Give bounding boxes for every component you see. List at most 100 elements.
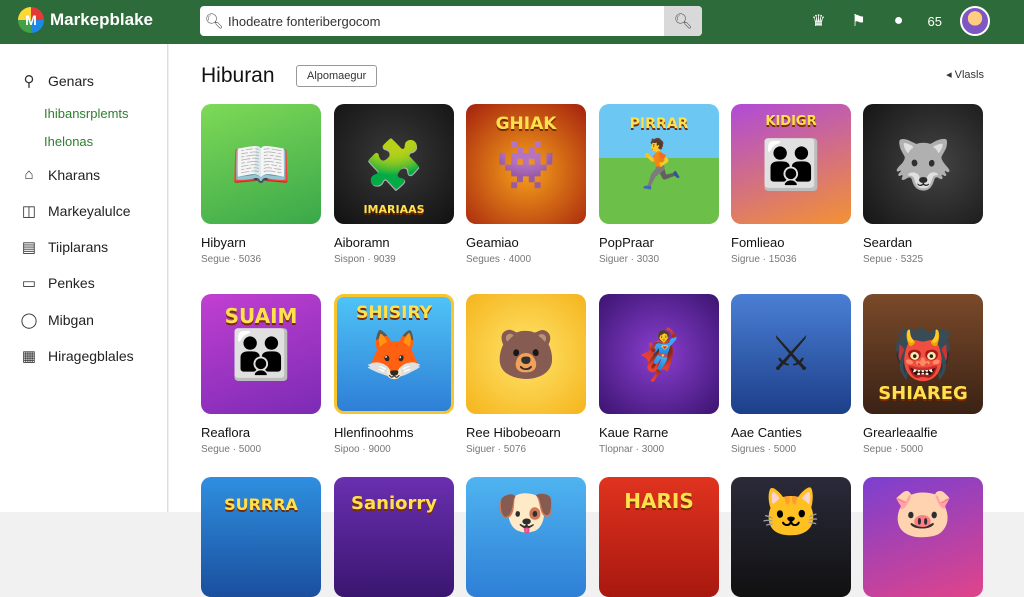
app-meta: Siguer · 5076 (466, 444, 527, 455)
app-name: Reaflora (201, 425, 251, 440)
sidebar-item-store[interactable]: ◯ Mibgan (20, 311, 94, 329)
search-icon: 🔍︎ (204, 13, 224, 30)
sidebar-item-label: Kharans (48, 166, 101, 183)
settings-icon: ▦ (21, 348, 37, 365)
achievements-icon[interactable]: ♛ (808, 11, 830, 31)
art-title: SHIAREG (878, 383, 968, 404)
app-card[interactable]: Saniorry (334, 477, 454, 597)
main-content: Hiburan Alpomaegur ◂ Vlasls 📖 Hibyarn Se… (169, 44, 1024, 597)
app-name: Seardan (863, 235, 913, 250)
app-thumbnail: Saniorry (334, 477, 454, 597)
app-name: Kaue Rarne (599, 425, 669, 440)
art-title: IMARIAAS (363, 203, 425, 216)
app-card[interactable]: 🐻 Ree Hibobeoarn Siguer · 5076 (466, 294, 586, 455)
app-thumbnail: 🦸 (599, 294, 719, 414)
art-title: HARIS (624, 489, 694, 513)
sidebar-item-library[interactable]: ▤ Tiiplarans (20, 238, 108, 256)
messages-icon[interactable]: ● (888, 12, 910, 30)
notifications-icon[interactable]: ⚑ (848, 11, 870, 31)
sidebar-item-marketplace[interactable]: ◫ Markeyalulce (20, 202, 131, 220)
search-input[interactable]: Ihodeatre fonteribergocom (228, 14, 664, 29)
app-card[interactable]: ⚔ Aae Canties Sigrues · 5000 (731, 294, 851, 455)
store-icon: ◯ (20, 312, 38, 329)
sidebar-item-label: Markeyalulce (48, 203, 131, 219)
fox-icon: 🦊 (364, 328, 424, 382)
app-card[interactable]: 🐷 (863, 477, 983, 597)
app-thumbnail: 🏃 PIRRAR (599, 104, 719, 224)
app-name: Grearleaalfie (863, 425, 938, 440)
art-title: Saniorry (351, 493, 437, 514)
sidebar-subitem-2[interactable]: Ihelonas (44, 134, 93, 149)
sidebar-item-label: Hiragegblales (48, 348, 134, 364)
app-meta: Segue · 5036 (201, 254, 262, 265)
filter-chip[interactable]: Alpomaegur (296, 65, 378, 87)
app-card[interactable]: 🐺 Seardan Sepue · 5325 (863, 104, 983, 265)
app-card[interactable]: 🐱 (731, 477, 851, 597)
creature-icon: 🐷 (893, 486, 953, 540)
search-button[interactable]: 🔍︎ (664, 6, 702, 36)
app-thumbnail: 👪 KIDIGR (731, 104, 851, 224)
sidebar-item-label: Mibgan (48, 312, 94, 328)
app-thumbnail: 🐷 (863, 477, 983, 597)
app-card[interactable]: 👪 SUAIM Reaflora Segue · 5000 (201, 294, 321, 455)
app-card[interactable]: 🏃 PIRRAR PopPraar Siguer · 3030 (599, 104, 719, 265)
app-meta: Sispon · 9039 (334, 254, 396, 265)
app-meta: Sepue · 5000 (863, 444, 924, 455)
app-name: Hlenfinoohms (334, 425, 414, 440)
app-thumbnail: 📖 (201, 104, 321, 224)
view-toggle[interactable]: ◂ Vlasls (946, 68, 984, 81)
sidebar-item-settings[interactable]: ▦ Hiragegblales (20, 347, 134, 365)
hero-icon: 🦸 (629, 328, 689, 382)
sidebar-item-label: Penkes (48, 275, 95, 291)
app-card[interactable]: 👾 GHIAK Geamiao Segues · 4000 (466, 104, 586, 265)
dog-icon: 🐶 (496, 486, 556, 540)
sidebar: ⚲ Genars Ihibansrplemts Ihelonas ⌂ Khara… (0, 44, 168, 512)
games-icon: ⚲ (23, 73, 35, 90)
app-card[interactable]: 🦸 Kaue Rarne Tlopnar · 3000 (599, 294, 719, 455)
app-thumbnail: 🐻 (466, 294, 586, 414)
kids-reading-icon: 📖 (231, 138, 291, 192)
app-name: Geamiao (466, 235, 519, 250)
app-name: Aae Canties (731, 425, 802, 440)
header-actions: ♛ ⚑ ● 65 (808, 6, 990, 36)
app-thumbnail: 🦊 SHISIRY (334, 294, 454, 414)
sidebar-item-packages[interactable]: ▭ Penkes (20, 274, 95, 292)
app-card[interactable]: 👪 KIDIGR Fomlieao Sigrue · 15036 (731, 104, 851, 265)
sidebar-item-label: Genars (48, 73, 94, 89)
app-thumbnail: 👹 SHIAREG (863, 294, 983, 414)
app-thumbnail: 👾 GHIAK (466, 104, 586, 224)
app-card[interactable]: 🧩 IMARIAAS Aiboramn Sispon · 9039 (334, 104, 454, 265)
app-card[interactable]: 👹 SHIAREG Grearleaalfie Sepue · 5000 (863, 294, 983, 455)
notification-count: 65 (927, 13, 942, 29)
app-logo[interactable]: M Markepblake (18, 7, 153, 33)
sidebar-item-home[interactable]: ⌂ Kharans (20, 166, 100, 183)
app-meta: Sepue · 5325 (863, 254, 924, 265)
home-icon: ⌂ (24, 166, 34, 183)
packages-icon: ▭ (21, 275, 37, 292)
art-title: SHISIRY (356, 303, 432, 323)
sidebar-item-games[interactable]: ⚲ Genars (20, 72, 94, 90)
app-card[interactable]: 📖 Hibyarn Segue · 5036 (201, 104, 321, 265)
art-title: GHIAK (495, 114, 557, 134)
app-card[interactable]: 🦊 SHISIRY Hlenfinoohms Sipoo · 9000 (334, 294, 454, 455)
sidebar-item-label: Tiiplarans (48, 239, 109, 255)
app-card[interactable]: SURRRA (201, 477, 321, 597)
monster-icon: 👾 (496, 138, 556, 192)
app-meta: Tlopnar · 3000 (599, 444, 665, 455)
kids-group-icon: 👪 (231, 328, 291, 382)
app-name: Fomlieao (731, 235, 785, 250)
app-card[interactable]: 🐶 (466, 477, 586, 597)
app-meta: Siguer · 3030 (599, 254, 660, 265)
app-name: Aiboramn (334, 235, 390, 250)
sidebar-subitem-1[interactable]: Ihibansrplemts (44, 106, 129, 121)
app-meta: Sipoo · 9000 (334, 444, 391, 455)
user-avatar[interactable] (960, 6, 990, 36)
app-meta: Sigrue · 15036 (731, 254, 797, 265)
wolf-icon: 🐺 (893, 138, 953, 192)
art-title: SURRRA (224, 495, 298, 514)
page-title: Hiburan (201, 64, 275, 87)
app-card[interactable]: HARIS (599, 477, 719, 597)
warrior-icon: ⚔ (769, 328, 813, 381)
view-toggle-label: Vlasls (954, 69, 984, 81)
search-bar: 🔍︎ Ihodeatre fonteribergocom 🔍︎ (200, 6, 702, 36)
